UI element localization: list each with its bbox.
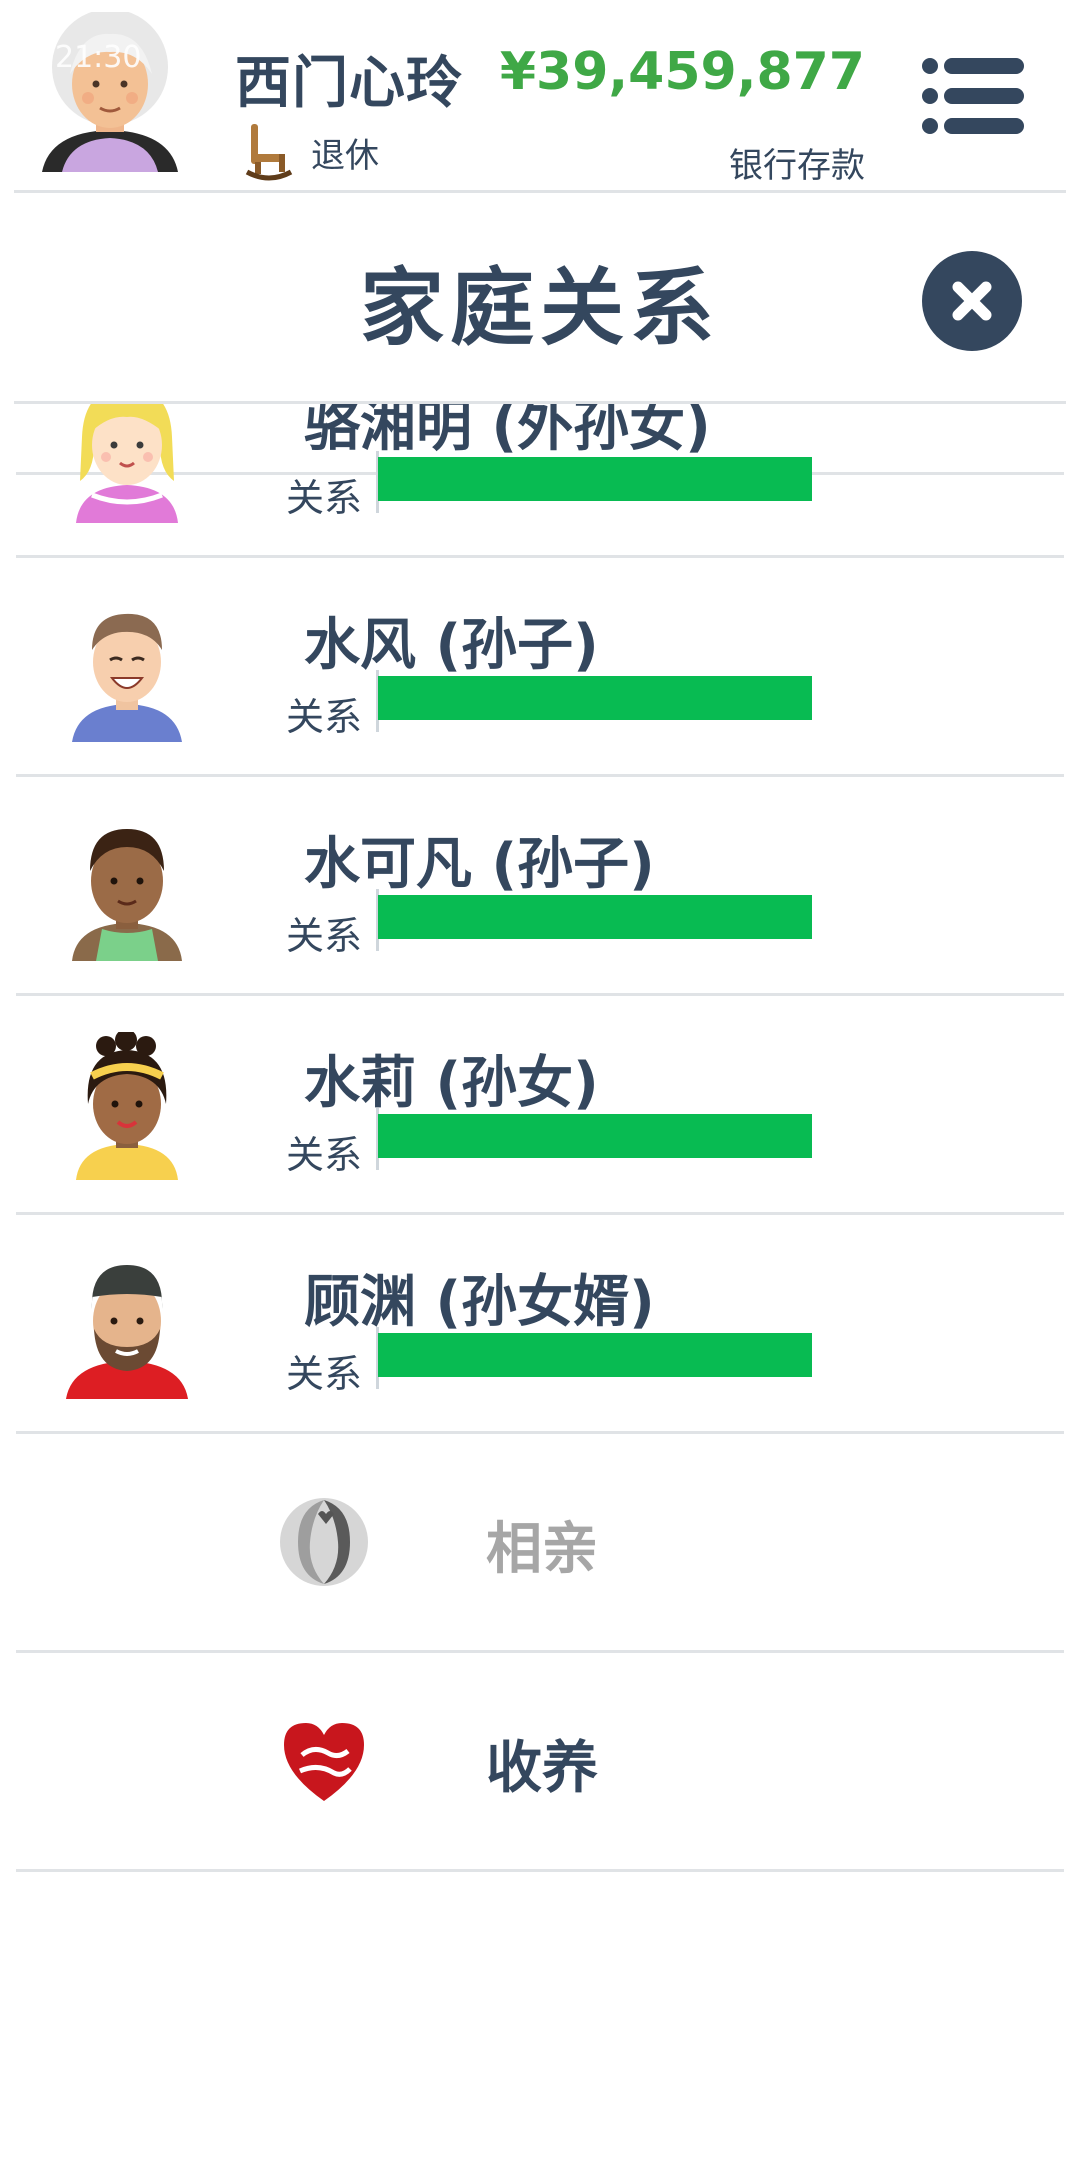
elderly-woman-avatar — [42, 12, 178, 172]
member-name: 水风 (孙子) — [304, 613, 599, 678]
relationship-bar — [378, 1333, 812, 1377]
header: 21:30 西门心玲 退休 ¥39,459,877 银行存款 — [0, 0, 1080, 190]
relationship-label: 关系 — [286, 695, 363, 739]
family-list[interactable]: 关系 骆湘明 (外孙女) 关系 — [0, 404, 1080, 2014]
close-icon — [952, 281, 992, 321]
adopt-button[interactable]: 收养 — [16, 1653, 1064, 1872]
character-name: 西门心玲 — [235, 51, 463, 116]
matchmaking-label: 相亲 — [486, 1517, 598, 1582]
relationship-fill — [378, 676, 812, 720]
list-item[interactable]: 顾渊 (孙女婿) 关系 — [16, 1215, 1064, 1434]
relationship-fill — [378, 457, 812, 501]
relationship-bar — [378, 1114, 812, 1158]
character-status: 退休 — [245, 122, 379, 182]
member-name: 骆湘明 (外孙女) — [304, 404, 711, 459]
member-name: 顾渊 (孙女婿) — [304, 1270, 655, 1335]
relationship-fill — [378, 1114, 812, 1158]
adopt-heart-icon — [284, 1723, 364, 1801]
list-item[interactable]: 水莉 (孙女) 关系 — [16, 996, 1064, 1215]
status-bar-time: 21:30 — [55, 40, 142, 75]
list-item[interactable]: 水风 (孙子) 关系 — [16, 558, 1064, 777]
status-label: 退休 — [311, 135, 379, 176]
relationship-bar — [378, 895, 812, 939]
member-name: 水莉 (孙女) — [304, 1051, 599, 1116]
relationship-bar — [378, 676, 812, 720]
girl-blonde-avatar — [76, 404, 178, 523]
bank-balance: ¥39,459,877 — [499, 42, 865, 102]
bank-balance-label: 银行存款 — [729, 146, 865, 186]
boy-smiling-avatar — [72, 613, 182, 742]
relationship-fill — [378, 895, 812, 939]
member-name: 水可凡 (孙子) — [304, 832, 655, 897]
boy-dark-skin-avatar — [72, 829, 182, 961]
relationship-label: 关系 — [286, 476, 363, 520]
girl-curly-hair-avatar — [76, 1032, 178, 1180]
matchmaking-icon — [280, 1498, 368, 1586]
close-button[interactable] — [922, 251, 1022, 351]
relationship-label: 关系 — [286, 914, 363, 958]
bearded-man-avatar — [66, 1265, 188, 1399]
menu-icon[interactable] — [920, 52, 1028, 140]
title-bar: 家庭关系 — [0, 193, 1080, 401]
relationship-label: 关系 — [286, 1133, 363, 1177]
list-item[interactable]: 骆湘明 (外孙女) 关系 — [16, 404, 1064, 558]
relationship-label: 关系 — [286, 1352, 363, 1396]
adopt-label: 收养 — [486, 1736, 598, 1801]
rocking-chair-icon — [245, 124, 293, 181]
list-item[interactable]: 水可凡 (孙子) 关系 — [16, 777, 1064, 996]
relationship-bar — [378, 457, 812, 501]
matchmaking-button[interactable]: 相亲 — [16, 1434, 1064, 1653]
page-title: 家庭关系 — [359, 259, 720, 357]
relationship-fill — [378, 1333, 812, 1377]
